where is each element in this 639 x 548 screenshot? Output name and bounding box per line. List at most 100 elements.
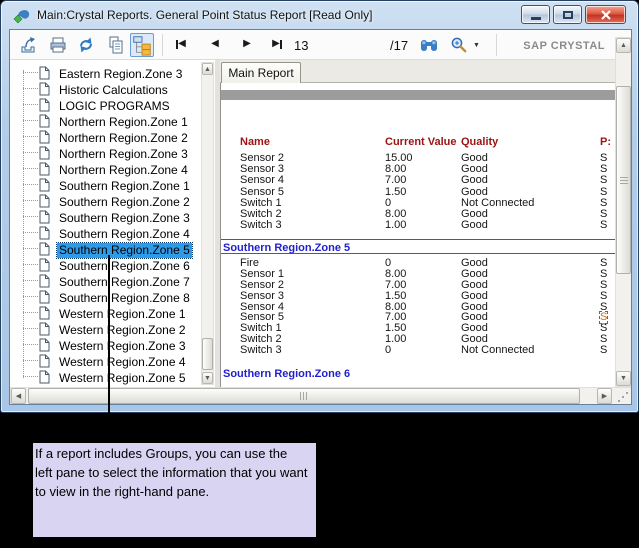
zoom-button[interactable] <box>450 36 468 59</box>
tab-main-report[interactable]: Main Report <box>221 62 301 83</box>
maximize-button[interactable] <box>553 5 582 24</box>
tree-item[interactable]: Southern Region.Zone 3 <box>10 209 201 225</box>
tree-connector <box>23 184 38 185</box>
resize-grip[interactable] <box>614 388 632 405</box>
tree-item-label[interactable]: Eastern Region.Zone 3 <box>57 67 184 82</box>
tree-item[interactable]: Western Region.Zone 3 <box>10 337 201 353</box>
vertical-scrollbar-thumb[interactable] <box>616 86 631 274</box>
group-tree: Eastern Region.Zone 3 Historic C <box>10 65 201 385</box>
cell-name: Switch 3 <box>240 220 282 231</box>
cell-part: S <box>600 220 607 231</box>
cell-current-value: 1.50 <box>385 187 406 198</box>
report-rows-zone4: Sensor 2 15.00 Good S Sensor 3 8.00 Good… <box>221 153 632 231</box>
cell-quality: Good <box>461 175 488 186</box>
tree-item-label[interactable]: Western Region.Zone 5 <box>57 371 188 386</box>
vertical-scrollbar[interactable]: ▲ ▼ <box>615 37 632 387</box>
scroll-up-icon[interactable]: ▲ <box>202 63 213 75</box>
toolbar-separator <box>496 34 497 56</box>
tree-item-label[interactable]: Southern Region.Zone 3 <box>57 211 192 226</box>
zoom-dropdown-icon[interactable]: ▼ <box>473 42 480 49</box>
tree-item-label[interactable]: Southern Region.Zone 8 <box>57 291 192 306</box>
tree-item[interactable]: Southern Region.Zone 5 <box>10 241 201 257</box>
cell-name: Switch 3 <box>240 345 282 356</box>
tree-item[interactable]: Northern Region.Zone 4 <box>10 161 201 177</box>
tree-scrollbar-thumb[interactable] <box>202 338 213 370</box>
tree-item[interactable]: Northern Region.Zone 3 <box>10 145 201 161</box>
tree-item[interactable]: Western Region.Zone 2 <box>10 321 201 337</box>
export-button[interactable] <box>18 35 38 60</box>
tree-item[interactable]: Southern Region.Zone 4 <box>10 225 201 241</box>
tree-item[interactable]: Western Region.Zone 5 <box>10 369 201 385</box>
tree-item-label[interactable]: Western Region.Zone 2 <box>57 323 188 338</box>
tree-item-label[interactable]: Southern Region.Zone 5 <box>57 243 192 258</box>
current-page-field[interactable]: 13 <box>294 38 308 53</box>
tree-item-label[interactable]: Southern Region.Zone 4 <box>57 227 192 242</box>
scroll-down-icon[interactable]: ▼ <box>616 371 631 386</box>
tree-item[interactable]: Southern Region.Zone 8 <box>10 289 201 305</box>
horizontal-scrollbar-thumb[interactable] <box>28 388 580 404</box>
tree-connector <box>23 168 38 169</box>
next-page-button[interactable]: ▶ <box>236 34 258 54</box>
tree-item-label[interactable]: Northern Region.Zone 3 <box>57 147 190 162</box>
cell-name: Sensor 5 <box>240 187 284 198</box>
header-name: Name <box>240 137 270 148</box>
toggle-group-tree-button[interactable] <box>130 33 154 57</box>
tree-item[interactable]: Northern Region.Zone 2 <box>10 129 201 145</box>
report-row: Switch 1 1.50 Good S <box>221 323 632 334</box>
page-margin-strip <box>221 90 632 100</box>
minimize-icon <box>531 17 541 20</box>
tree-item-label[interactable]: Southern Region.Zone 1 <box>57 179 192 194</box>
refresh-button[interactable] <box>76 35 96 60</box>
tree-item-label[interactable]: Southern Region.Zone 2 <box>57 195 192 210</box>
close-icon <box>600 10 612 20</box>
tree-item-label[interactable]: Western Region.Zone 1 <box>57 307 188 322</box>
report-row: Switch 2 1.00 Good S <box>221 334 632 345</box>
first-page-button[interactable]: ◀ <box>170 34 192 54</box>
tree-item-label[interactable]: Western Region.Zone 3 <box>57 339 188 354</box>
tree-item-label[interactable]: Northern Region.Zone 2 <box>57 131 190 146</box>
close-button[interactable] <box>585 5 626 24</box>
horizontal-scrollbar[interactable]: ◀ ▶ <box>10 387 632 405</box>
previous-page-button[interactable]: ◀ <box>204 34 226 54</box>
tree-item-label[interactable]: LOGIC PROGRAMS <box>57 99 172 114</box>
report-row: Switch 3 0 Not Connected S <box>221 345 632 356</box>
cell-quality: Good <box>461 220 488 231</box>
tree-item[interactable]: Historic Calculations <box>10 81 201 97</box>
last-page-icon: ▶ <box>272 39 280 49</box>
tree-item-label[interactable]: Southern Region.Zone 6 <box>57 259 192 274</box>
tree-connector <box>23 136 38 137</box>
client-area: ◀ ◀ ▶ ▶ 13 /17 <box>9 29 632 405</box>
tree-item[interactable]: Southern Region.Zone 7 <box>10 273 201 289</box>
crystal-reports-window: Main:Crystal Reports. General Point Stat… <box>0 0 639 413</box>
tree-item[interactable]: Northern Region.Zone 1 <box>10 113 201 129</box>
last-page-button[interactable]: ▶ <box>266 34 288 54</box>
title-bar[interactable]: Main:Crystal Reports. General Point Stat… <box>3 2 636 29</box>
tree-item-label[interactable]: Northern Region.Zone 4 <box>57 163 190 178</box>
cell-quality: Not Connected <box>461 345 534 356</box>
tree-item-label[interactable]: Northern Region.Zone 1 <box>57 115 190 130</box>
tree-item-label[interactable]: Southern Region.Zone 7 <box>57 275 192 290</box>
tree-item-label[interactable]: Historic Calculations <box>57 83 170 98</box>
cell-part: S <box>600 345 607 356</box>
tree-item[interactable]: Southern Region.Zone 1 <box>10 177 201 193</box>
print-button[interactable] <box>48 35 68 60</box>
find-text-button[interactable] <box>420 37 438 58</box>
tree-item[interactable]: Southern Region.Zone 2 <box>10 193 201 209</box>
tree-item-label[interactable]: Western Region.Zone 4 <box>57 355 188 370</box>
cell-quality: Good <box>461 187 488 198</box>
scroll-left-icon[interactable]: ◀ <box>11 388 26 404</box>
scroll-right-icon[interactable]: ▶ <box>597 388 612 404</box>
page-icon <box>39 370 50 387</box>
window-controls <box>518 5 626 24</box>
scroll-down-icon[interactable]: ▼ <box>202 372 213 384</box>
tree-scrollbar[interactable]: ▲ ▼ <box>201 62 214 385</box>
minimize-button[interactable] <box>521 5 550 24</box>
tree-item[interactable]: Eastern Region.Zone 3 <box>10 65 201 81</box>
tree-item[interactable]: Western Region.Zone 1 <box>10 305 201 321</box>
copy-button[interactable] <box>106 35 126 60</box>
tree-item[interactable]: LOGIC PROGRAMS <box>10 97 201 113</box>
tree-item[interactable]: Western Region.Zone 4 <box>10 353 201 369</box>
scroll-up-icon[interactable]: ▲ <box>616 38 631 53</box>
tree-item[interactable]: Southern Region.Zone 6 <box>10 257 201 273</box>
refresh-icon <box>76 35 96 55</box>
